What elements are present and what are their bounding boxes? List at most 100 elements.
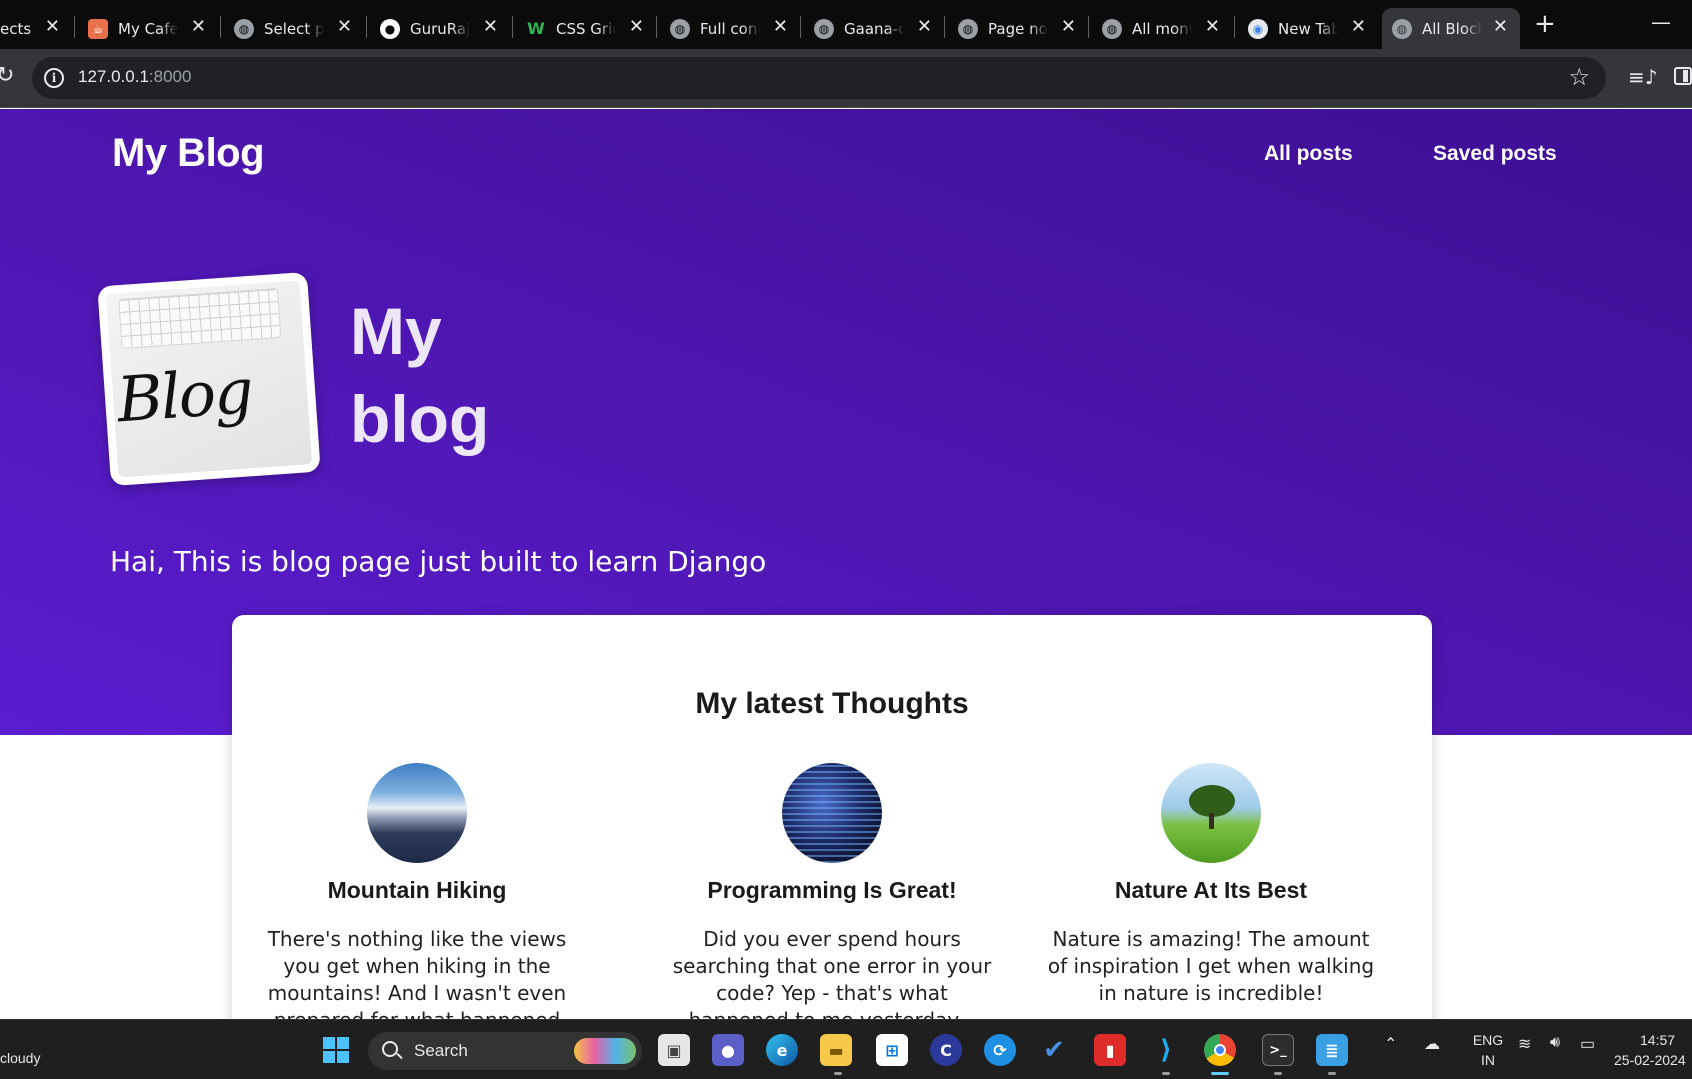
running-indicator xyxy=(1162,1072,1170,1075)
tab-separator xyxy=(366,16,367,38)
site-brand[interactable]: My Blog xyxy=(112,131,265,176)
search-highlight-graphic xyxy=(574,1038,636,1064)
hero-title: My blog xyxy=(350,294,490,456)
app-circle-blue-icon[interactable]: C xyxy=(930,1034,962,1066)
wifi-icon[interactable]: ≋ xyxy=(1518,1034,1531,1054)
tab-title: My Cafe xyxy=(118,19,178,38)
language-code: ENG xyxy=(1472,1032,1504,1048)
hero-tagline: Hai, This is blog page just built to lea… xyxy=(110,545,767,578)
address-bar[interactable]: i 127.0.0.1:8000 ☆ xyxy=(32,57,1606,99)
new-tab-button[interactable]: + xyxy=(1534,10,1556,38)
tab-8[interactable]: ◍ All mont ✕ xyxy=(1102,8,1232,49)
post-title[interactable]: Nature At Its Best xyxy=(1046,877,1376,904)
tab-title: Select pr xyxy=(264,19,324,38)
tab-0[interactable]: ects ✕ xyxy=(0,8,72,49)
post-title[interactable]: Programming Is Great! xyxy=(667,877,997,904)
clock-date: 25-02-2024 xyxy=(1614,1052,1686,1068)
windows-start-icon[interactable] xyxy=(320,1034,352,1066)
tab-title: All mont xyxy=(1132,19,1192,38)
tab-separator xyxy=(800,16,801,38)
nav-saved-posts[interactable]: Saved posts xyxy=(1433,142,1557,166)
bookmark-star-icon[interactable]: ☆ xyxy=(1568,63,1590,91)
close-icon[interactable]: ✕ xyxy=(191,16,206,37)
tab-title: GuruRaj xyxy=(410,19,470,38)
search-icon xyxy=(382,1041,398,1057)
tab-2[interactable]: ◍ Select pr ✕ xyxy=(234,8,364,49)
post-thumbnail[interactable] xyxy=(782,763,882,863)
tab-5[interactable]: ◍ Full cont ✕ xyxy=(670,8,800,49)
reload-icon[interactable]: ↻ xyxy=(0,63,14,88)
post-card[interactable]: Programming Is Great! Did you ever spend… xyxy=(667,763,997,1019)
close-icon[interactable]: ✕ xyxy=(629,16,644,37)
post-card[interactable]: Nature At Its Best Nature is amazing! Th… xyxy=(1046,763,1376,1007)
terminal-icon[interactable]: >_ xyxy=(1262,1034,1294,1066)
minimize-button[interactable]: — xyxy=(1651,10,1671,34)
tab-title: Full cont xyxy=(700,19,760,38)
post-title[interactable]: Mountain Hiking xyxy=(252,877,582,904)
onedrive-cloud-icon[interactable]: ☁ xyxy=(1424,1034,1440,1054)
page-content: My Blog All posts Saved posts Blog My bl… xyxy=(0,109,1692,1019)
taskbar-search[interactable]: Search xyxy=(368,1032,642,1070)
tab-1[interactable]: ☕ My Cafe ✕ xyxy=(88,8,218,49)
tab-title: CSS Grid xyxy=(556,19,616,38)
close-icon[interactable]: ✕ xyxy=(1061,16,1076,37)
close-icon[interactable]: ✕ xyxy=(337,16,352,37)
tab-separator xyxy=(74,16,75,38)
close-icon[interactable]: ✕ xyxy=(483,16,498,37)
tab-title: Page not xyxy=(988,19,1048,38)
volume-icon[interactable]: 🔊︎ xyxy=(1550,1034,1560,1052)
close-icon[interactable]: ✕ xyxy=(773,16,788,37)
globe-icon: ◍ xyxy=(234,18,254,39)
weather-widget[interactable]: cloudy xyxy=(0,1050,40,1066)
post-card[interactable]: Mountain Hiking There's nothing like the… xyxy=(252,763,582,1019)
media-controls-icon[interactable]: ≡♪ xyxy=(1628,65,1658,89)
microsoft-store-icon[interactable]: ⊞ xyxy=(876,1034,908,1066)
tab-3[interactable]: ● GuruRaj ✕ xyxy=(380,8,510,49)
close-icon[interactable]: ✕ xyxy=(1351,16,1366,37)
post-thumbnail[interactable] xyxy=(1161,763,1261,863)
w3schools-icon: W xyxy=(527,19,545,38)
tab-separator xyxy=(512,16,513,38)
red-app-icon[interactable]: ▮ xyxy=(1094,1034,1126,1066)
keyboard-illustration xyxy=(118,287,282,350)
todo-check-icon[interactable]: ✔ xyxy=(1038,1034,1070,1066)
globe-icon: ◍ xyxy=(814,18,834,39)
side-panel-icon[interactable] xyxy=(1674,67,1692,85)
tab-9[interactable]: ◉ New Tab ✕ xyxy=(1248,8,1378,49)
nav-all-posts[interactable]: All posts xyxy=(1264,142,1353,166)
tab-separator xyxy=(1088,16,1089,38)
vscode-icon[interactable]: ⟩ xyxy=(1150,1034,1182,1066)
chrome-taskbar-icon[interactable] xyxy=(1204,1034,1236,1066)
tab-separator xyxy=(944,16,945,38)
teams-chat-icon[interactable]: ● xyxy=(712,1034,744,1066)
notepad-icon[interactable]: ≣ xyxy=(1316,1034,1348,1066)
close-icon[interactable]: ✕ xyxy=(1493,16,1508,37)
file-explorer-icon[interactable]: ▬ xyxy=(820,1034,852,1066)
language-indicator[interactable]: ENG IN xyxy=(1466,1030,1510,1070)
hero-blog-image: Blog xyxy=(97,271,321,487)
sync-app-icon[interactable]: ⟳ xyxy=(984,1034,1016,1066)
close-icon[interactable]: ✕ xyxy=(917,16,932,37)
running-indicator-active xyxy=(1211,1072,1229,1075)
tab-title: New Tab xyxy=(1278,19,1338,38)
clock[interactable]: 14:57 25-02-2024 xyxy=(1614,1030,1692,1070)
url-port: :8000 xyxy=(148,67,192,86)
chevron-up-icon[interactable]: ⌃ xyxy=(1384,1034,1397,1054)
close-icon[interactable]: ✕ xyxy=(1205,16,1220,37)
browser-tab-strip: ects ✕ ☕ My Cafe ✕ ◍ Select pr ✕ ● GuruR… xyxy=(0,0,1692,49)
tab-10-active[interactable]: ◍ All Block ✕ xyxy=(1382,8,1520,49)
close-icon[interactable]: ✕ xyxy=(45,16,60,37)
github-icon: ● xyxy=(380,18,400,39)
url-text[interactable]: 127.0.0.1:8000 xyxy=(78,67,191,87)
site-info-icon[interactable]: i xyxy=(44,68,64,88)
tab-7[interactable]: ◍ Page not ✕ xyxy=(958,8,1088,49)
task-view-icon[interactable]: ▣ xyxy=(658,1034,690,1066)
battery-icon[interactable]: ▭ xyxy=(1580,1034,1595,1054)
tab-separator xyxy=(1234,16,1235,38)
hero-image-surface: Blog xyxy=(105,280,313,478)
edge-icon[interactable]: e xyxy=(766,1034,798,1066)
post-thumbnail[interactable] xyxy=(367,763,467,863)
post-excerpt: There's nothing like the views you get w… xyxy=(267,927,567,1019)
tab-4[interactable]: W CSS Grid ✕ xyxy=(526,8,656,49)
tab-6[interactable]: ◍ Gaana-c ✕ xyxy=(814,8,944,49)
